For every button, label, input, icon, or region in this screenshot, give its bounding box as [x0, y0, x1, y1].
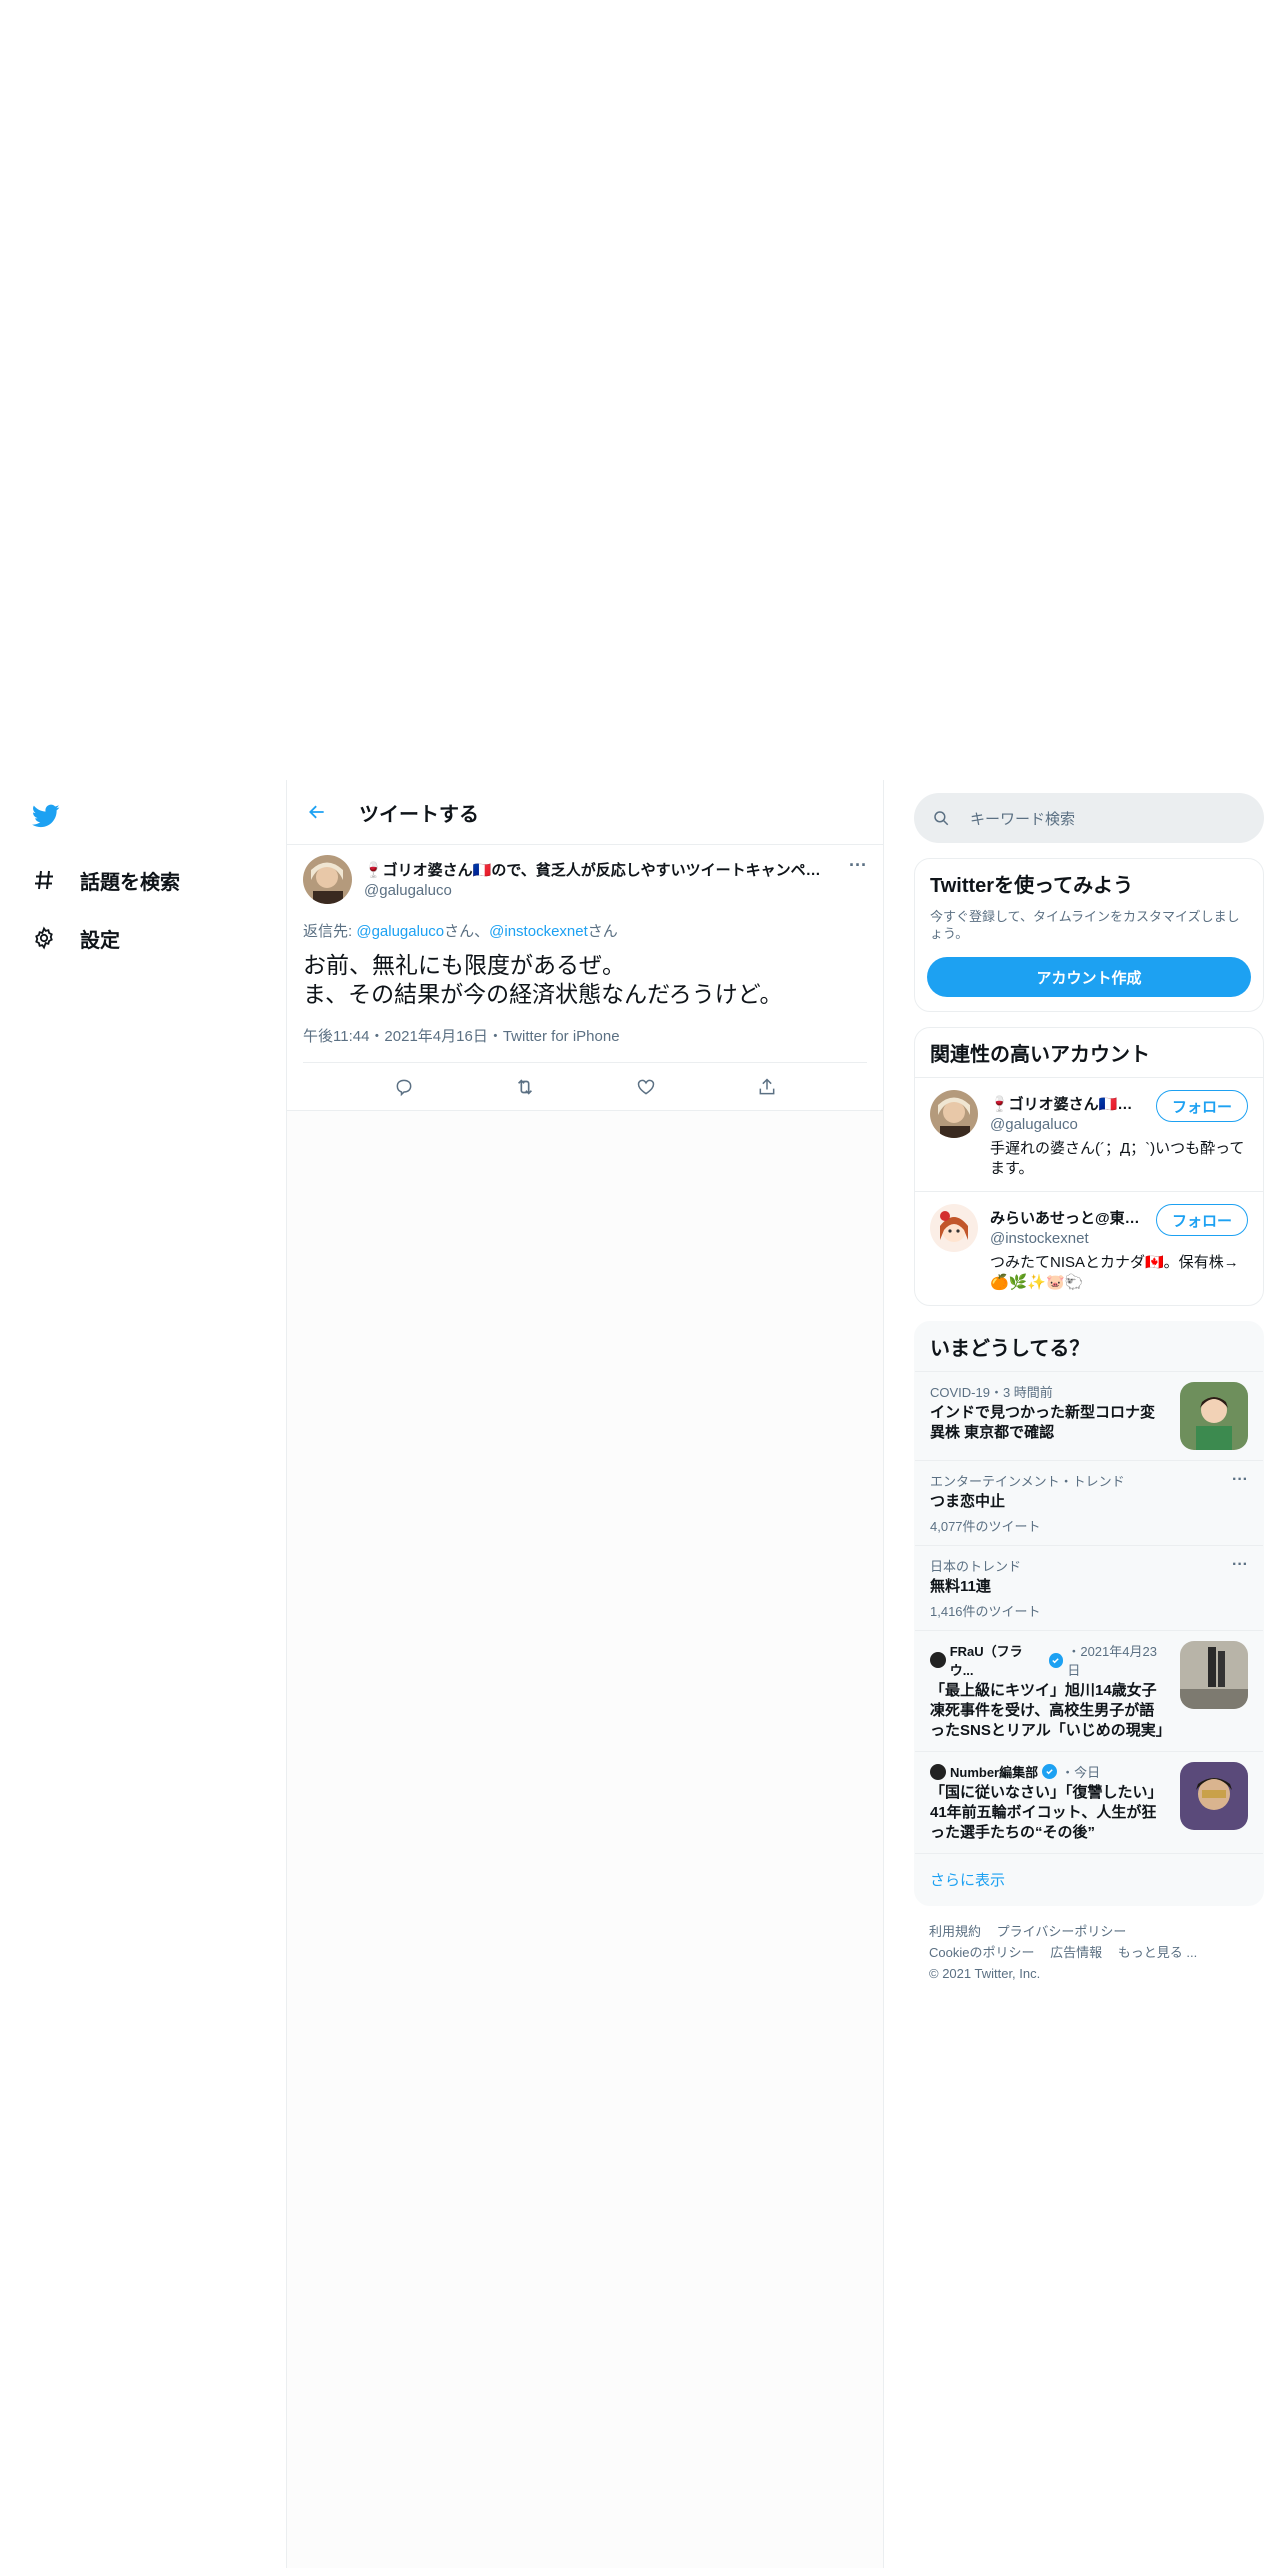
arrow-left-icon: [309, 805, 324, 819]
page-title: ツイートする: [359, 803, 479, 826]
footer-link-more[interactable]: もっと見る ...: [1118, 1945, 1197, 1960]
related-accounts-card: 関連性の高いアカウント 🍷ゴリオ婆さん🇫🇷ので、 @galugaluco フォロ…: [914, 1027, 1264, 1306]
signup-description: 今すぐ登録して、タイムラインをカスタマイズしましょう。: [930, 909, 1240, 941]
news-thumbnail: [1180, 1641, 1248, 1709]
account-item[interactable]: 🍷ゴリオ婆さん🇫🇷ので、 @galugaluco フォロー 手遅れの婆さん(´；…: [915, 1077, 1263, 1191]
search-icon: [934, 811, 949, 826]
share-icon: [759, 1077, 774, 1094]
copyright: © 2021 Twitter, Inc.: [929, 1966, 1041, 1981]
trend-item[interactable]: エンターテインメント・トレンド つま恋中止 4,077件のツイート ···: [915, 1460, 1263, 1545]
account-avatar[interactable]: [930, 1204, 978, 1252]
account-name: 🍷ゴリオ婆さん🇫🇷ので、: [990, 1096, 1140, 1113]
heart-icon: [637, 1079, 654, 1095]
account-bio: 手遅れの婆さん(´；Д；`)いつも酔ってます。: [990, 1140, 1245, 1177]
author-avatar[interactable]: [303, 855, 352, 904]
footer: 利用規約 プライバシーポリシー Cookieのポリシー 広告情報 もっと見る .…: [914, 1906, 1264, 1999]
footer-link-ads[interactable]: 広告情報: [1050, 1945, 1102, 1960]
more-options-icon[interactable]: ···: [1228, 1471, 1248, 1535]
footer-link-privacy[interactable]: プライバシーポリシー: [997, 1924, 1127, 1939]
nav-settings-label: 設定: [80, 929, 120, 952]
news-title: 「国に従いなさい」「復讐したい」41年前五輪ボイコット、人生が狂った選手たちの“…: [930, 1784, 1163, 1841]
more-options-icon[interactable]: ···: [1228, 1556, 1248, 1620]
verified-icon: [1048, 1652, 1064, 1668]
reply-prefix: 返信先:: [303, 923, 357, 940]
right-sidebar: キーワード検索 Twitterを使ってみよう 今すぐ登録して、タイムラインをカス…: [914, 780, 1264, 1999]
create-account-button[interactable]: アカウント作成: [927, 957, 1251, 997]
related-title: 関連性の高いアカウント: [930, 1044, 1150, 1066]
trend-title: 無料11連: [930, 1578, 991, 1595]
trend-context: 日本のトレンド: [930, 1559, 1022, 1574]
retweet-button[interactable]: [505, 1067, 545, 1107]
reply-button[interactable]: [384, 1067, 424, 1107]
trend-item[interactable]: 日本のトレンド 無料11連 1,416件のツイート ···: [915, 1545, 1263, 1630]
signup-title: Twitterを使ってみよう: [930, 875, 1134, 897]
reply-to: 返信先: @galugalucoさん、@instockexnetさん: [303, 920, 867, 941]
news-thumbnail: [1180, 1762, 1248, 1830]
news-item[interactable]: Number編集部 ・今日 「国に従いなさい」「復讐したい」41年前五輪ボイコッ…: [915, 1751, 1263, 1853]
main-header: ツイートする: [287, 780, 883, 845]
footer-link-cookie[interactable]: Cookieのポリシー: [929, 1945, 1034, 1960]
trends-card: いまどうしてる？ COVID-19・3 時間前 インドで見つかった新型コロナ変異…: [914, 1321, 1264, 1906]
trend-thumbnail: [1180, 1382, 1248, 1450]
nav-explore[interactable]: 話題を検索: [30, 860, 180, 900]
trend-count: 1,416件のツイート: [930, 1604, 1041, 1619]
trend-title: インドで見つかった新型コロナ変異株 東京都で確認: [930, 1404, 1156, 1441]
news-item[interactable]: FRaU（フラウ... ・2021年4月23日 「最上級にキツイ」旭川14歳女子…: [915, 1630, 1263, 1751]
trend-count: 4,077件のツイート: [930, 1519, 1041, 1534]
source-logo-icon: [930, 1763, 946, 1780]
account-avatar[interactable]: [930, 1090, 978, 1138]
source-logo-icon: [930, 1652, 946, 1668]
news-time: ・今日: [1061, 1765, 1101, 1780]
retweet-icon: [517, 1078, 532, 1095]
reply-suffix: さん: [587, 923, 618, 940]
reply-user-link[interactable]: @instockexnet: [489, 923, 588, 940]
hashtag-icon: [30, 866, 58, 894]
gear-icon: [30, 924, 58, 952]
trend-context: COVID-19・3 時間前: [930, 1385, 1053, 1400]
share-button[interactable]: [747, 1067, 787, 1107]
reply-icon: [396, 1079, 411, 1096]
tweet-text: お前、無礼にも限度があるぜ。 ま、その結果が今の経済状態なんだろうけど。: [303, 951, 867, 1009]
news-source: FRaU（フラウ...: [949, 1644, 1023, 1678]
tweet: 🍷ゴリオ婆さん🇫🇷ので、貧乏人が反応しやすいツイートキャンペーン中 @galug…: [287, 845, 883, 1111]
account-item[interactable]: みらいあせっと@東京暮らし @instockexnet フォロー つみたてNIS…: [915, 1191, 1263, 1305]
tweet-timestamp[interactable]: 午後11:44・2021年4月16日・Twitter for iPhone: [303, 1025, 867, 1063]
tweet-text-line: お前、無礼にも限度があるぜ。: [303, 952, 625, 978]
account-bio: つみたてNISAとカナダ🇨🇦。保有株→🍊🌿✨🐷🐑: [990, 1254, 1239, 1291]
trends-title: いまどうしてる？: [930, 1338, 1090, 1360]
news-source: Number編集部: [950, 1765, 1039, 1780]
author-name[interactable]: 🍷ゴリオ婆さん🇫🇷ので、貧乏人が反応しやすいツイートキャンペーン中: [364, 859, 834, 880]
more-options-icon[interactable]: ···: [843, 855, 867, 875]
follow-button[interactable]: フォロー: [1156, 1090, 1248, 1122]
footer-link-terms[interactable]: 利用規約: [929, 1924, 981, 1939]
tweet-text-line: ま、その結果が今の経済状態なんだろうけど。: [303, 981, 783, 1007]
reply-mid: さん、: [444, 923, 490, 940]
search-bar[interactable]: キーワード検索: [914, 793, 1264, 843]
show-more-link[interactable]: さらに表示: [915, 1853, 1263, 1905]
account-handle: @instockexnet: [990, 1230, 1089, 1247]
author-handle[interactable]: @galugaluco: [364, 882, 843, 899]
nav-explore-label: 話題を検索: [80, 871, 180, 894]
account-handle: @galugaluco: [990, 1116, 1078, 1133]
nav-settings[interactable]: 設定: [30, 918, 120, 958]
account-name: みらいあせっと@東京暮らし: [990, 1210, 1140, 1227]
twitter-logo-icon[interactable]: [30, 802, 62, 834]
signup-card: Twitterを使ってみよう 今すぐ登録して、タイムラインをカスタマイズしましょ…: [914, 858, 1264, 1012]
main-column: ツイートする 🍷ゴリオ婆さん🇫🇷ので、貧乏人が反応しやすいツイートキャンペーン中…: [286, 780, 884, 2568]
verified-icon: [1042, 1764, 1058, 1779]
trend-title: つま恋中止: [930, 1493, 1006, 1510]
back-button[interactable]: [297, 792, 337, 832]
news-time: ・2021年4月23日: [1067, 1644, 1157, 1678]
like-button[interactable]: [626, 1067, 666, 1107]
reply-user-link[interactable]: @galugaluco: [356, 923, 444, 940]
news-title: 「最上級にキツイ」旭川14歳女子凍死事件を受け、高校生男子が語ったSNSとリアル…: [930, 1682, 1171, 1739]
search-placeholder: キーワード検索: [970, 810, 1076, 828]
trend-item[interactable]: COVID-19・3 時間前 インドで見つかった新型コロナ変異株 東京都で確認: [915, 1371, 1263, 1460]
trend-context: エンターテインメント・トレンド: [930, 1474, 1125, 1489]
tweet-actions: [303, 1063, 867, 1110]
follow-button[interactable]: フォロー: [1156, 1204, 1248, 1236]
